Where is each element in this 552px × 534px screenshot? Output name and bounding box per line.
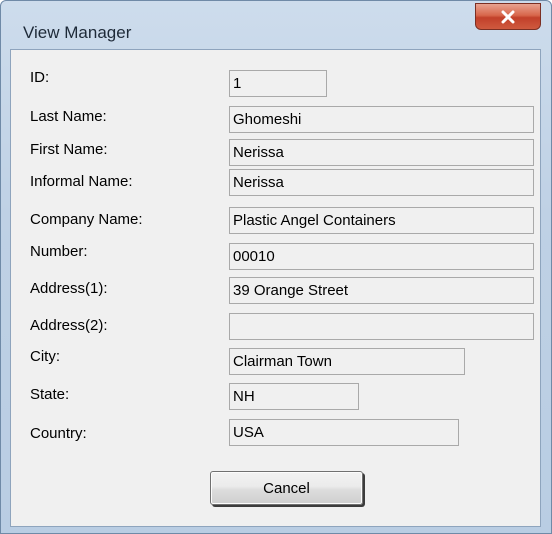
state-field[interactable]: NH [229,383,359,410]
view-manager-window: View Manager ID: 1 Last Name: Ghomeshi F… [0,0,552,534]
country-field[interactable]: USA [229,419,459,446]
title-bar[interactable]: View Manager [1,1,551,45]
number-label: Number: [30,243,88,260]
company-name-label: Company Name: [30,211,143,228]
first-name-label: First Name: [30,141,108,158]
close-button[interactable] [475,3,541,30]
address2-label: Address(2): [30,317,108,334]
address1-label: Address(1): [30,280,108,297]
cancel-button-label: Cancel [263,479,310,497]
informal-name-label: Informal Name: [30,173,133,190]
first-name-field[interactable]: Nerissa [229,139,534,166]
number-field[interactable]: 00010 [229,243,534,270]
address2-field[interactable] [229,313,534,340]
window-title: View Manager [23,23,132,42]
state-label: State: [30,386,70,403]
country-label: Country: [30,425,87,442]
dialog-body: ID: 1 Last Name: Ghomeshi First Name: Ne… [10,49,541,527]
cancel-button[interactable]: Cancel [210,471,363,505]
id-field[interactable]: 1 [229,70,327,97]
id-label: ID: [30,69,50,86]
city-field[interactable]: Clairman Town [229,348,465,375]
city-label: City: [30,348,60,365]
last-name-field[interactable]: Ghomeshi [229,106,534,133]
company-name-field[interactable]: Plastic Angel Containers [229,207,534,234]
last-name-label: Last Name: [30,108,107,125]
close-icon [499,9,517,25]
informal-name-field[interactable]: Nerissa [229,169,534,196]
address1-field[interactable]: 39 Orange Street [229,277,534,304]
